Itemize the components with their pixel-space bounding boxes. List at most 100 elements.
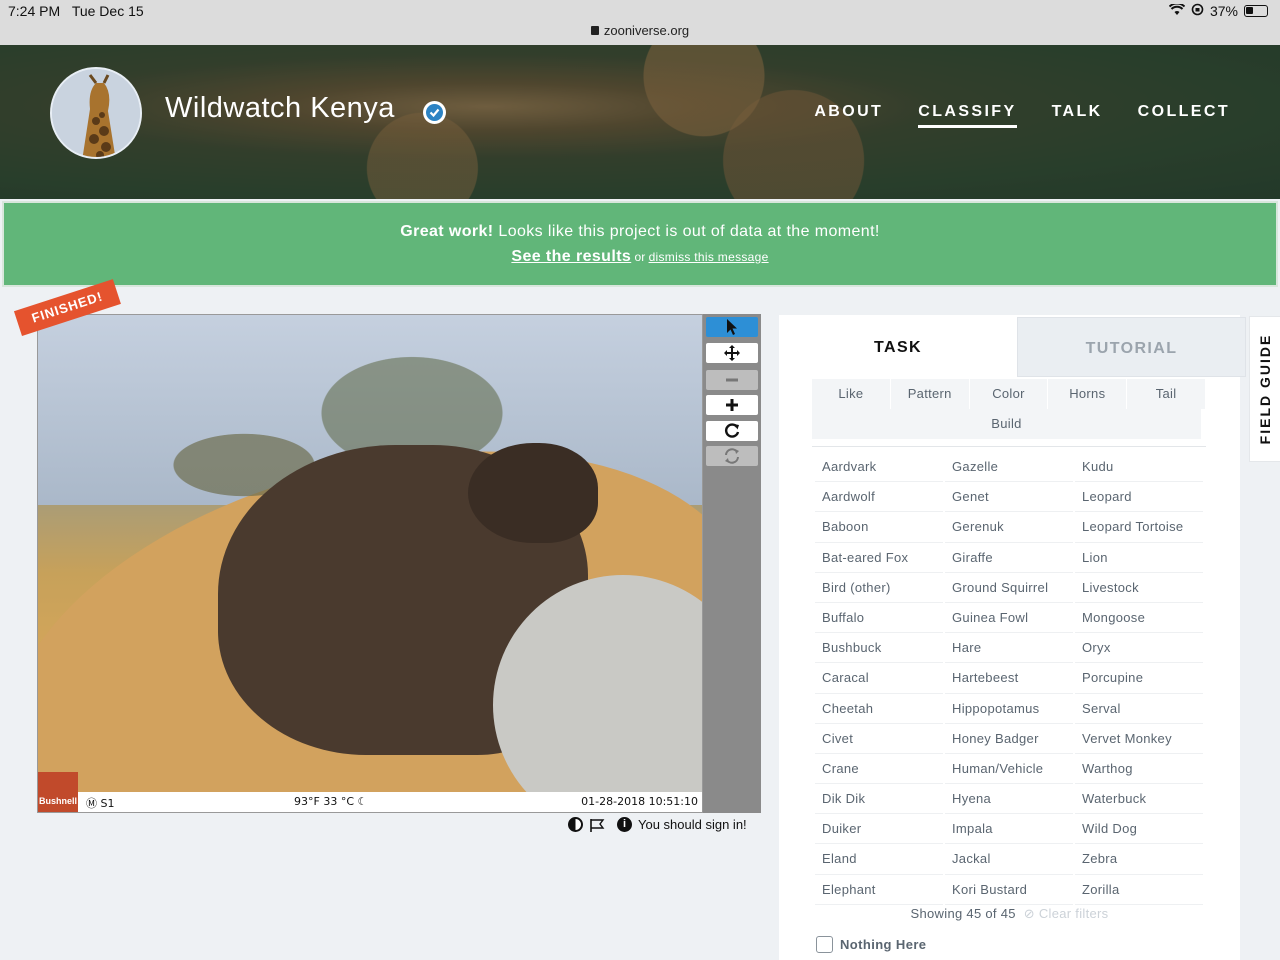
species-choice[interactable]: Lion <box>1075 543 1203 573</box>
species-choice[interactable]: Cheetah <box>815 694 943 724</box>
nothing-here-label: Nothing Here <box>840 937 927 952</box>
species-choice[interactable]: Gerenuk <box>945 512 1073 543</box>
species-choice[interactable]: Leopard <box>1075 482 1203 513</box>
species-choice[interactable]: Wild Dog <box>1075 814 1203 845</box>
dismiss-message-link[interactable]: dismiss this message <box>649 250 769 264</box>
nav-talk[interactable]: TALK <box>1052 103 1103 128</box>
species-choice[interactable]: Duiker <box>815 814 943 845</box>
camera-brand-logo: Bushnell <box>38 772 78 812</box>
species-choice[interactable]: Aardvark <box>815 452 943 483</box>
species-choice[interactable]: Impala <box>945 814 1073 845</box>
choice-column: Aardvark Aardwolf Baboon Bat-eared Fox Bird … <box>815 452 943 905</box>
species-choice[interactable]: Leopard Tortoise <box>1075 512 1203 543</box>
camera-info-strip: Ⓜ S1 93°F 33 °C ☾ 01-28-2018 10:51:10 <box>38 792 702 812</box>
pointer-icon[interactable] <box>706 317 758 337</box>
nav-about[interactable]: ABOUT <box>814 103 883 128</box>
species-choice[interactable]: Human/Vehicle <box>945 754 1073 785</box>
flag-icon[interactable] <box>589 818 605 832</box>
species-choice[interactable]: Vervet Monkey <box>1075 724 1203 754</box>
species-choice[interactable]: Kudu <box>1075 452 1203 483</box>
rotate-icon[interactable] <box>706 421 758 441</box>
zoom-in-icon[interactable] <box>706 395 758 415</box>
species-choice[interactable]: Guinea Fowl <box>945 603 1073 634</box>
species-choice[interactable]: Bat-eared Fox <box>815 543 943 573</box>
lock-icon <box>590 26 599 35</box>
url-text: zooniverse.org <box>603 23 690 38</box>
project-header: Wildwatch Kenya ABOUT CLASSIFY TALK COLL… <box>0 45 1280 199</box>
field-guide-tab[interactable]: FIELD GUIDE <box>1249 316 1280 462</box>
see-results-link[interactable]: See the results <box>511 248 631 265</box>
wifi-icon <box>1168 2 1186 19</box>
pan-icon[interactable] <box>706 343 758 363</box>
species-choice[interactable]: Warthog <box>1075 754 1203 785</box>
species-choice[interactable]: Caracal <box>815 663 943 694</box>
invert-colors-icon[interactable] <box>568 817 583 832</box>
species-choice[interactable]: Hare <box>945 633 1073 664</box>
nav-collect[interactable]: COLLECT <box>1138 103 1230 128</box>
species-choice[interactable]: Ground Squirrel <box>945 573 1073 603</box>
species-choice[interactable]: Civet <box>815 724 943 754</box>
project-avatar[interactable] <box>50 67 142 159</box>
nothing-here-option[interactable]: Nothing Here <box>816 936 926 953</box>
species-choice[interactable]: Hyena <box>945 784 1073 815</box>
nothing-here-checkbox[interactable] <box>816 936 833 953</box>
metadata-row: i You should sign in! <box>568 817 747 832</box>
species-choice[interactable]: Hartebeest <box>945 663 1073 694</box>
tab-task[interactable]: TASK <box>779 315 1017 377</box>
status-time: 7:24 PM Tue Dec 15 <box>8 3 144 19</box>
banner-message: Great work! Looks like this project is o… <box>400 223 880 240</box>
nav-classify[interactable]: CLASSIFY <box>918 103 1017 128</box>
species-choice[interactable]: Porcupine <box>1075 663 1203 694</box>
species-choice[interactable]: Gazelle <box>945 452 1073 483</box>
status-bar: 7:24 PM Tue Dec 15 zooniverse.org 37% <box>0 0 1280 45</box>
species-choice[interactable]: Elephant <box>815 875 943 905</box>
species-choice[interactable]: Honey Badger <box>945 724 1073 754</box>
species-choice[interactable]: Buffalo <box>815 603 943 634</box>
showing-count: Showing 45 of 45 ⊘ Clear filters <box>910 906 1109 921</box>
species-choice[interactable]: Mongoose <box>1075 603 1203 634</box>
species-choice[interactable]: Kori Bustard <box>945 875 1073 905</box>
out-of-data-banner: Great work! Looks like this project is o… <box>2 201 1278 287</box>
species-choice[interactable]: Aardwolf <box>815 482 943 513</box>
address-bar[interactable]: zooniverse.org <box>0 23 1280 38</box>
filter-horns[interactable]: Horns <box>1048 379 1128 409</box>
reset-icon[interactable] <box>706 446 758 466</box>
zoom-out-icon[interactable] <box>706 370 758 390</box>
species-choice[interactable]: Genet <box>945 482 1073 513</box>
species-choice[interactable]: Livestock <box>1075 573 1203 603</box>
species-choice[interactable]: Hippopotamus <box>945 694 1073 724</box>
sign-in-prompt[interactable]: You should sign in! <box>638 817 747 832</box>
filter-tail[interactable]: Tail <box>1127 379 1206 409</box>
subject-image[interactable]: Ⓜ S1 93°F 33 °C ☾ 01-28-2018 10:51:10 Bu… <box>37 314 703 813</box>
filter-build[interactable]: Build <box>812 409 1202 439</box>
species-choice[interactable]: Oryx <box>1075 633 1203 664</box>
species-choice[interactable]: Baboon <box>815 512 943 543</box>
species-choice[interactable]: Giraffe <box>945 543 1073 573</box>
species-choice[interactable]: Eland <box>815 844 943 875</box>
species-choice[interactable]: Dik Dik <box>815 784 943 815</box>
verified-badge-icon <box>423 101 446 124</box>
status-indicators: 37% <box>1168 2 1268 19</box>
battery-icon <box>1244 5 1268 17</box>
choice-column: Kudu Leopard Leopard Tortoise Lion Livestock… <box>1075 452 1203 905</box>
tab-tutorial[interactable]: TUTORIAL <box>1017 317 1246 377</box>
species-choice[interactable]: Zebra <box>1075 844 1203 875</box>
species-choice[interactable]: Bird (other) <box>815 573 943 603</box>
info-icon[interactable]: i <box>617 817 632 832</box>
species-choice[interactable]: Jackal <box>945 844 1073 875</box>
project-nav: ABOUT CLASSIFY TALK COLLECT <box>814 103 1230 128</box>
species-choice[interactable]: Crane <box>815 754 943 785</box>
species-choice[interactable]: Waterbuck <box>1075 784 1203 815</box>
species-choice[interactable]: Zorilla <box>1075 875 1203 905</box>
filter-like[interactable]: Like <box>812 379 891 409</box>
project-title[interactable]: Wildwatch Kenya <box>165 92 395 125</box>
species-choice[interactable]: Bushbuck <box>815 633 943 664</box>
choice-column: Gazelle Genet Gerenuk Giraffe Ground Squirre… <box>945 452 1073 905</box>
species-choice[interactable]: Serval <box>1075 694 1203 724</box>
task-panel: TASK TUTORIAL Like Pattern Color Horns T… <box>779 315 1246 960</box>
battery-percent: 37% <box>1209 3 1238 19</box>
clear-filters-button[interactable]: ⊘ Clear filters <box>1024 906 1109 921</box>
filter-color[interactable]: Color <box>969 379 1049 409</box>
filter-bar: Like Pattern Color Horns Tail Build <box>812 379 1206 447</box>
filter-pattern[interactable]: Pattern <box>890 379 970 409</box>
